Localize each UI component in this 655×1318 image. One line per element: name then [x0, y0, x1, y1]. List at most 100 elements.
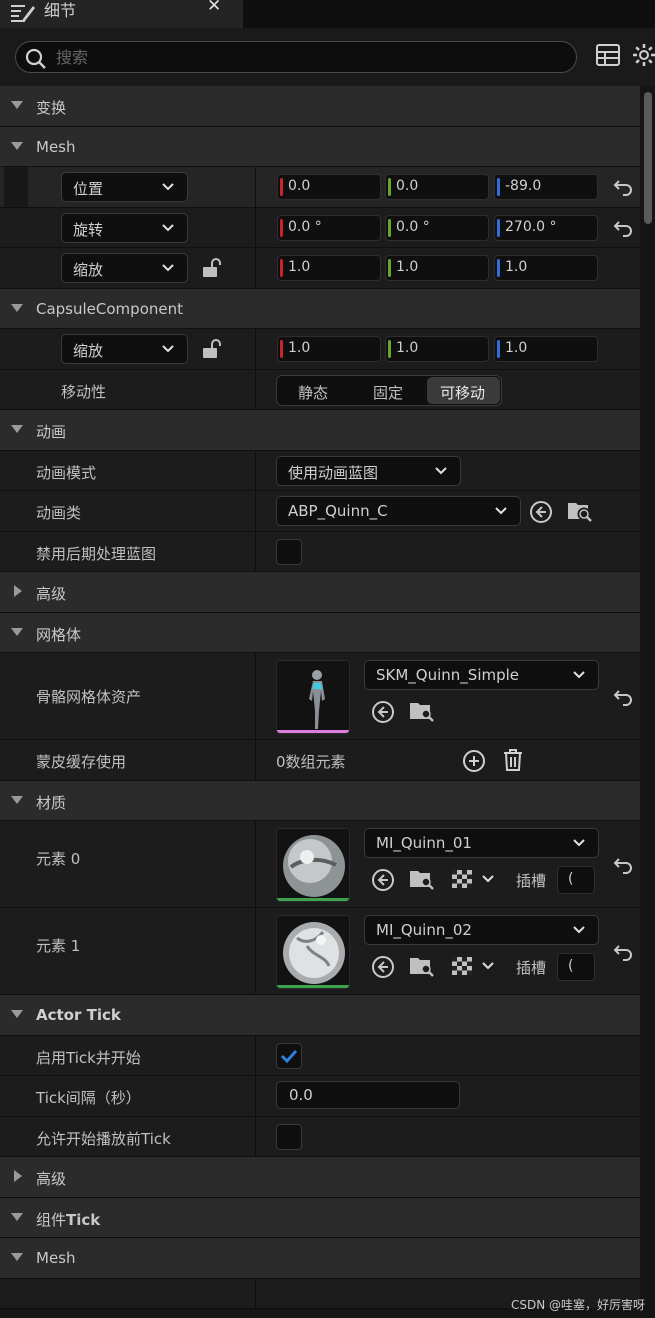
- category-capsule[interactable]: CapsuleComponent: [0, 288, 640, 329]
- scale-y-field[interactable]: 1.0: [385, 255, 489, 281]
- browse-asset-icon[interactable]: [409, 699, 435, 723]
- unlock-icon[interactable]: [200, 257, 222, 279]
- details-icon: [11, 5, 35, 22]
- capsule-scale-dropdown[interactable]: 缩放: [61, 334, 188, 364]
- tick-interval-label: Tick间隔（秒）: [36, 1089, 141, 1107]
- category-label: 动画: [36, 423, 67, 441]
- animation-class-dropdown[interactable]: ABP_Quinn_C: [276, 496, 521, 526]
- material-element-1-row: 元素 1 MI_Quinn_02 插槽 (: [0, 908, 640, 995]
- rotation-dropdown[interactable]: 旋转: [61, 212, 188, 243]
- chevron-down-icon[interactable]: [481, 959, 495, 973]
- rotation-y-field[interactable]: 0.0 °: [385, 214, 489, 241]
- category-actor-tick[interactable]: Actor Tick: [0, 995, 640, 1036]
- tab-title: 细节: [44, 1, 77, 20]
- reset-to-default-icon[interactable]: [612, 218, 634, 238]
- category-mesh[interactable]: Mesh: [0, 126, 640, 167]
- details-tab[interactable]: 细节 ✕: [0, 0, 243, 28]
- location-y-field[interactable]: 0.0: [385, 174, 489, 200]
- material-1-thumbnail[interactable]: [276, 915, 350, 989]
- vertical-scrollbar[interactable]: [640, 86, 655, 1318]
- animation-class-label: 动画类: [36, 504, 82, 522]
- scrollbar-thumb[interactable]: [644, 92, 652, 224]
- expand-arrow-icon[interactable]: [14, 585, 22, 597]
- category-mesh-tick[interactable]: Mesh: [0, 1238, 640, 1279]
- mobility-movable-option[interactable]: 可移动: [440, 382, 485, 403]
- mobility-stationary-option[interactable]: 固定: [373, 382, 403, 403]
- checker-texture-icon[interactable]: [451, 956, 473, 976]
- collapse-arrow-icon[interactable]: [11, 141, 23, 150]
- use-selected-asset-icon[interactable]: [529, 500, 553, 524]
- chevron-down-icon: [162, 223, 174, 231]
- checker-texture-icon[interactable]: [451, 869, 473, 889]
- browse-asset-icon[interactable]: [409, 867, 435, 891]
- location-x-field[interactable]: 0.0: [277, 174, 381, 200]
- capsule-scale-y-field[interactable]: 1.0: [385, 336, 489, 362]
- category-materials[interactable]: 材质: [0, 780, 640, 821]
- material-1-slot-field[interactable]: (: [557, 953, 595, 981]
- mobility-label: 移动性: [61, 382, 107, 401]
- chevron-down-icon[interactable]: [481, 872, 495, 886]
- search-box[interactable]: [15, 41, 577, 73]
- chevron-down-icon: [162, 345, 174, 353]
- browse-asset-icon[interactable]: [409, 954, 435, 978]
- collapse-arrow-icon[interactable]: [11, 425, 23, 433]
- material-0-thumbnail[interactable]: [276, 828, 350, 902]
- category-transform[interactable]: 变换: [0, 86, 640, 127]
- chevron-down-icon: [162, 264, 174, 272]
- disable-postprocess-checkbox[interactable]: [276, 538, 302, 565]
- scale-z-field[interactable]: 1.0: [494, 255, 598, 281]
- animation-mode-dropdown[interactable]: 使用动画蓝图: [276, 455, 461, 486]
- material-0-dropdown[interactable]: MI_Quinn_01: [364, 828, 599, 858]
- unlock-icon[interactable]: [200, 338, 222, 360]
- skeletal-mesh-dropdown[interactable]: SKM_Quinn_Simple: [364, 660, 599, 690]
- use-selected-asset-icon[interactable]: [371, 700, 395, 724]
- collapse-arrow-icon[interactable]: [11, 1010, 23, 1018]
- reset-to-default-icon[interactable]: [612, 687, 634, 707]
- collapse-arrow-icon[interactable]: [11, 627, 23, 636]
- capsule-scale-x-field[interactable]: 1.0: [277, 336, 381, 362]
- category-component-tick[interactable]: 组件Tick: [0, 1197, 640, 1238]
- collapse-arrow-icon[interactable]: [11, 101, 23, 109]
- chevron-down-icon: [573, 926, 585, 934]
- capsule-scale-z-field[interactable]: 1.0: [494, 336, 598, 362]
- category-mesh-group[interactable]: 网格体: [0, 612, 640, 653]
- add-element-icon[interactable]: [462, 749, 486, 773]
- rotation-z-field[interactable]: 270.0 °: [494, 214, 598, 241]
- search-input[interactable]: [56, 46, 556, 68]
- location-dropdown[interactable]: 位置: [61, 172, 188, 202]
- delete-trash-icon[interactable]: [502, 748, 524, 772]
- rotation-x-field[interactable]: 0.0 °: [277, 214, 381, 241]
- expand-arrow-icon[interactable]: [14, 1170, 22, 1182]
- disable-postprocess-row: 禁用后期处理蓝图: [0, 531, 640, 572]
- scale-dropdown[interactable]: 缩放: [61, 253, 188, 283]
- character-thumbnail-image: [277, 661, 349, 733]
- material-1-dropdown[interactable]: MI_Quinn_02: [364, 915, 599, 945]
- category-label: CapsuleComponent: [36, 299, 183, 318]
- browse-asset-icon[interactable]: [567, 499, 593, 523]
- reset-to-default-icon[interactable]: [612, 855, 634, 875]
- material-0-slot-field[interactable]: (: [557, 866, 595, 894]
- collapse-arrow-icon[interactable]: [11, 303, 23, 312]
- tick-before-play-checkbox[interactable]: [276, 1123, 302, 1150]
- reset-to-default-icon[interactable]: [612, 177, 634, 197]
- use-selected-asset-icon[interactable]: [371, 868, 395, 892]
- skin-cache-value: 0数组元素: [276, 753, 346, 771]
- tick-interval-field[interactable]: 0.0: [276, 1081, 460, 1109]
- collapse-arrow-icon[interactable]: [11, 1212, 23, 1221]
- mobility-static-option[interactable]: 静态: [298, 382, 328, 403]
- use-selected-asset-icon[interactable]: [371, 955, 395, 979]
- close-tab-icon[interactable]: ✕: [207, 0, 221, 16]
- collapse-arrow-icon[interactable]: [11, 795, 23, 804]
- material-element-0-row: 元素 0 MI_Quinn_01 插槽 (: [0, 821, 640, 908]
- category-animation[interactable]: 动画: [0, 410, 640, 451]
- location-z-field[interactable]: -89.0: [494, 174, 598, 200]
- collapse-arrow-icon[interactable]: [11, 1253, 23, 1261]
- reset-to-default-icon[interactable]: [612, 942, 634, 962]
- settings-gear-icon[interactable]: [632, 43, 655, 67]
- category-advanced-2[interactable]: 高级: [0, 1157, 640, 1198]
- table-view-icon[interactable]: [596, 44, 620, 66]
- scale-x-field[interactable]: 1.0: [277, 255, 381, 281]
- category-advanced[interactable]: 高级: [0, 572, 640, 613]
- start-with-tick-checkbox[interactable]: [276, 1042, 302, 1069]
- skeletal-mesh-thumbnail[interactable]: [276, 660, 350, 734]
